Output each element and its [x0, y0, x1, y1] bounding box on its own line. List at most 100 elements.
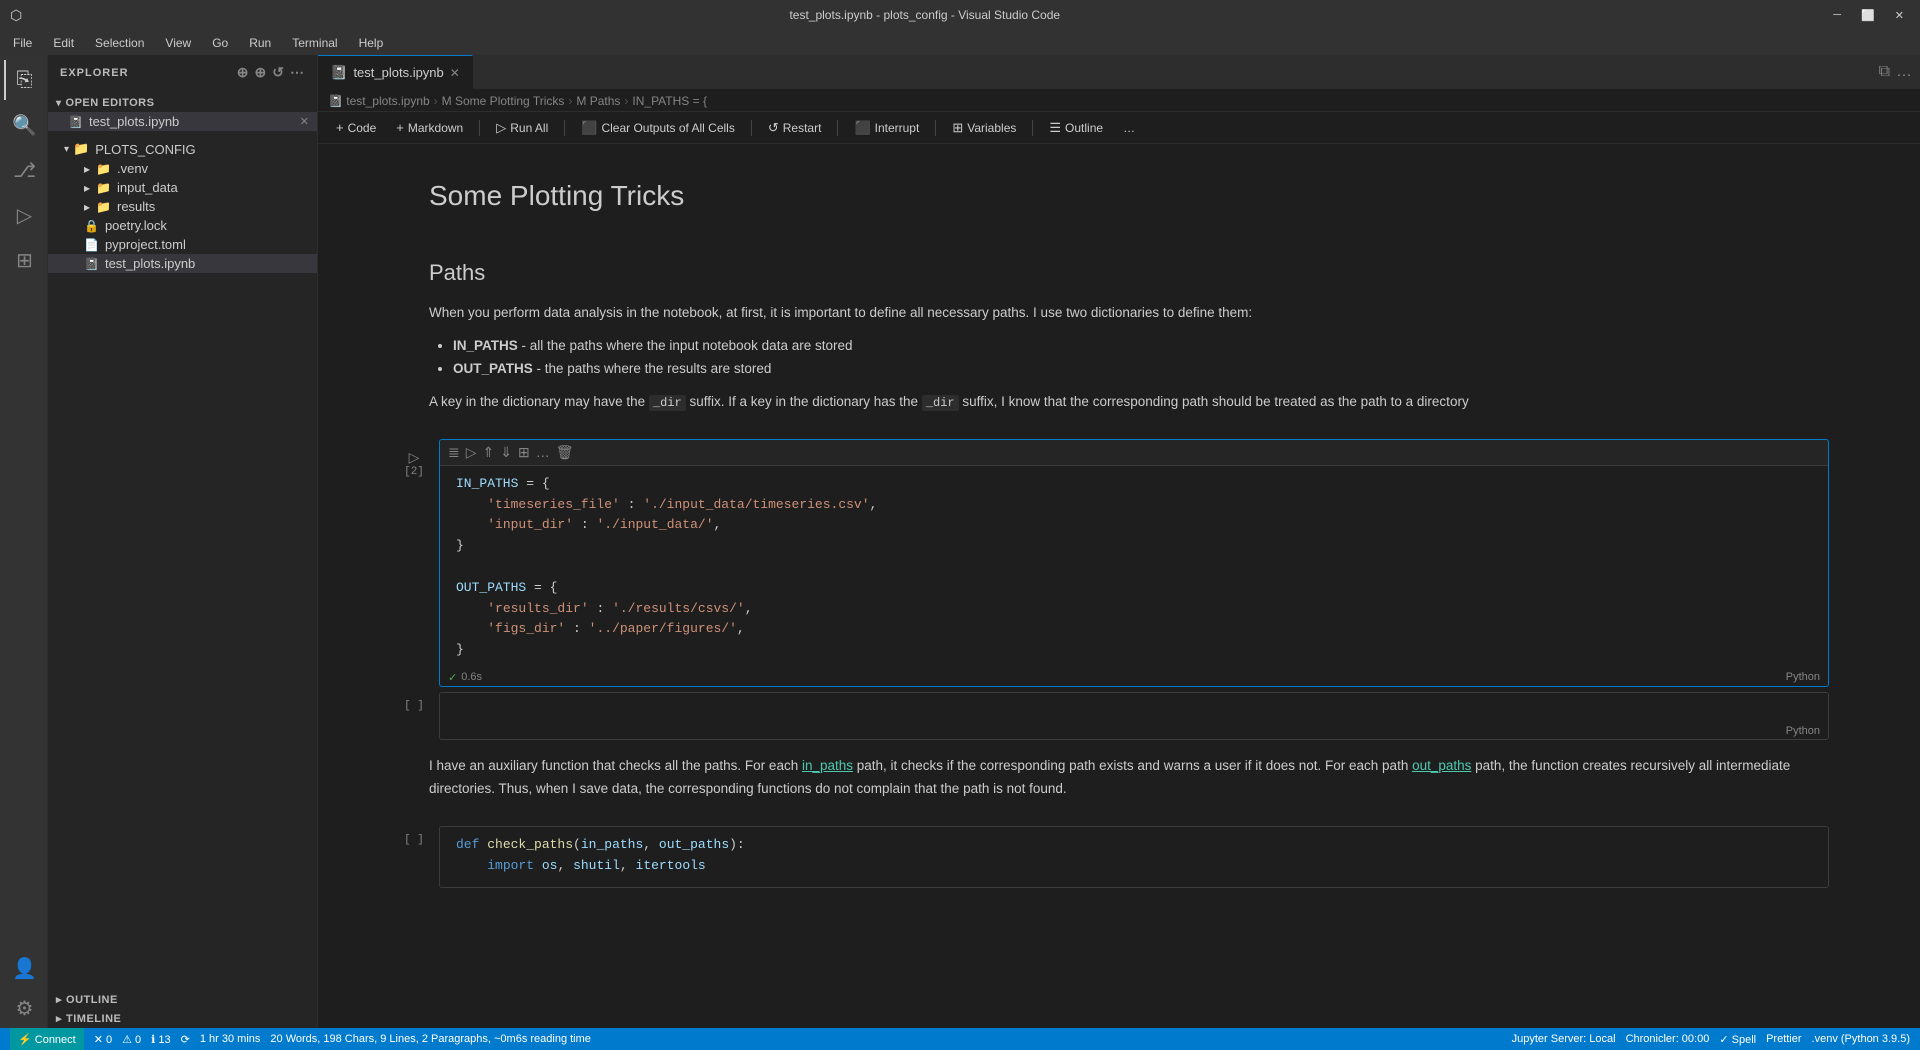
- sidebar-pyproject[interactable]: 📄 pyproject.toml: [48, 235, 317, 254]
- close-editor-icon[interactable]: ✕: [300, 115, 309, 128]
- activity-settings[interactable]: ⚙: [4, 988, 44, 1028]
- status-python-env[interactable]: .venv (Python 3.9.5): [1812, 1033, 1910, 1046]
- close-button[interactable]: ✕: [1889, 7, 1910, 24]
- outline-header[interactable]: ▸ OUTLINE: [48, 990, 317, 1009]
- toolbar-separator-4: [837, 120, 838, 136]
- code-content-empty[interactable]: [440, 693, 1828, 723]
- outline-arrow: ▸: [56, 993, 62, 1006]
- open-editors-header[interactable]: ▾ OPEN EDITORS: [48, 94, 317, 112]
- restart-label: Restart: [783, 121, 822, 135]
- clear-outputs-label: Clear Outputs of All Cells: [601, 121, 734, 135]
- menu-selection[interactable]: Selection: [87, 34, 152, 52]
- window-controls[interactable]: ─ ⬜ ✕: [1827, 7, 1910, 24]
- cell-toolbar-run-all-below-icon[interactable]: ⇓: [500, 444, 512, 461]
- status-jupyter[interactable]: Jupyter Server: Local: [1512, 1033, 1616, 1046]
- editor-area: 📓 test_plots.ipynb ✕ ⧉ … 📓 test_plots.ip…: [318, 55, 1920, 1028]
- search-icon: 🔍: [12, 113, 37, 138]
- menu-go[interactable]: Go: [204, 34, 236, 52]
- add-markdown-button[interactable]: + Markdown: [388, 117, 471, 138]
- activity-accounts[interactable]: 👤: [4, 948, 44, 988]
- interrupt-button[interactable]: ⬛ Interrupt: [846, 117, 927, 139]
- activity-extensions[interactable]: ⊞: [4, 240, 44, 280]
- tab-test-plots[interactable]: 📓 test_plots.ipynb ✕: [318, 55, 473, 89]
- activity-source-control[interactable]: ⎇: [4, 150, 44, 190]
- code-line-4: }: [456, 536, 1812, 557]
- cell-number-2: [2]: [404, 466, 424, 478]
- more-actions-icon[interactable]: …: [1896, 63, 1912, 81]
- restore-button[interactable]: ⬜: [1855, 7, 1881, 24]
- breadcrumb-section1[interactable]: M Some Plotting Tricks: [442, 94, 565, 108]
- code-content-2[interactable]: IN_PATHS = { 'timeseries_file' : './inpu…: [440, 466, 1828, 669]
- menu-file[interactable]: File: [5, 34, 40, 52]
- status-prettier[interactable]: Prettier: [1766, 1033, 1801, 1046]
- cell-run-btn-2[interactable]: ▷: [409, 449, 420, 466]
- pyproject-icon: 📄: [84, 238, 99, 252]
- split-editor-icon[interactable]: ⧉: [1879, 63, 1890, 81]
- activity-run-debug[interactable]: ▷: [4, 195, 44, 235]
- dir-code-2: _dir: [922, 395, 959, 411]
- menu-view[interactable]: View: [157, 34, 199, 52]
- out-paths-link: out_paths: [1412, 758, 1471, 773]
- run-all-button[interactable]: ▷ Run All: [488, 117, 556, 139]
- activity-search[interactable]: 🔍: [4, 105, 44, 145]
- breadcrumb-section2[interactable]: M Paths: [576, 94, 620, 108]
- code-line-2: 'timeseries_file' : './input_data/timese…: [456, 495, 1812, 516]
- outline-icon: ☰: [1049, 120, 1061, 136]
- plots-config-folder[interactable]: ▾ 📁 PLOTS_CONFIG: [48, 139, 317, 159]
- refresh-icon[interactable]: ↺: [272, 64, 285, 81]
- window-title: test_plots.ipynb - plots_config - Visual…: [22, 8, 1827, 22]
- timeline-arrow: ▸: [56, 1012, 62, 1025]
- variables-button[interactable]: ⊞ Variables: [944, 117, 1024, 139]
- activity-explorer[interactable]: ⎘: [4, 60, 44, 100]
- sidebar-test-plots[interactable]: 📓 test_plots.ipynb: [48, 254, 317, 273]
- cell-toolbar-add-icon[interactable]: ⊞: [518, 444, 530, 461]
- status-warnings[interactable]: ⚠ 0: [122, 1033, 141, 1046]
- cell-toolbar-delete-icon[interactable]: 🗑: [556, 444, 574, 461]
- status-time[interactable]: 1 hr 30 mins: [200, 1033, 261, 1045]
- collapse-all-icon[interactable]: ⋯: [290, 64, 305, 81]
- menu-edit[interactable]: Edit: [45, 34, 82, 52]
- menu-run[interactable]: Run: [241, 34, 279, 52]
- pyproject-label: pyproject.toml: [105, 237, 186, 252]
- sidebar-results[interactable]: ▸ 📁 results: [48, 197, 317, 216]
- status-info[interactable]: ℹ 13: [151, 1033, 170, 1046]
- clear-outputs-button[interactable]: ⬛ Clear Outputs of All Cells: [573, 117, 743, 139]
- cell-toolbar-run-icon[interactable]: ▷: [466, 444, 477, 461]
- status-spell[interactable]: ✓ Spell: [1719, 1033, 1756, 1046]
- breadcrumb-section3[interactable]: IN_PATHS = {: [632, 94, 707, 108]
- sidebar-input-data[interactable]: ▸ 📁 input_data: [48, 178, 317, 197]
- outline-button[interactable]: ☰ Outline: [1041, 117, 1111, 139]
- toolbar-separator-3: [751, 120, 752, 136]
- code-line-8: 'figs_dir' : '../paper/figures/',: [456, 619, 1812, 640]
- new-folder-icon[interactable]: ⊕: [255, 64, 268, 81]
- status-liveShare[interactable]: ⟳: [181, 1033, 190, 1046]
- paths-heading: Paths: [429, 255, 1829, 290]
- timeline-header[interactable]: ▸ TIMELINE: [48, 1009, 317, 1028]
- open-editor-test-plots[interactable]: 📓 test_plots.ipynb ✕: [48, 112, 317, 131]
- tab-close-button[interactable]: ✕: [450, 66, 460, 80]
- cell-toolbar-format-icon[interactable]: ≣: [448, 444, 460, 461]
- notebook-main-title: Some Plotting Tricks: [429, 174, 1829, 219]
- menu-help[interactable]: Help: [351, 34, 392, 52]
- new-file-icon[interactable]: ⊕: [237, 64, 250, 81]
- add-code-button[interactable]: + Code: [328, 117, 384, 138]
- menu-terminal[interactable]: Terminal: [284, 34, 345, 52]
- status-chronicler[interactable]: Chronicler: 00:00: [1626, 1033, 1710, 1046]
- sidebar-venv[interactable]: ▸ 📁 .venv: [48, 159, 317, 178]
- status-remote[interactable]: ⚡ Connect: [10, 1028, 84, 1050]
- cell-toolbar-run-all-above-icon[interactable]: ⇑: [483, 444, 495, 461]
- tab-bar: 📓 test_plots.ipynb ✕ ⧉ …: [318, 55, 1920, 90]
- code-content-check-paths[interactable]: def check_paths(in_paths, out_paths): im…: [440, 827, 1828, 887]
- cell-toolbar-more-icon[interactable]: …: [536, 444, 550, 460]
- title-bar: ⬡ test_plots.ipynb - plots_config - Visu…: [0, 0, 1920, 30]
- aux-function-markdown: I have an auxiliary function that checks…: [389, 745, 1849, 821]
- minimize-button[interactable]: ─: [1827, 7, 1847, 24]
- sidebar-poetry-lock[interactable]: 🔒 poetry.lock: [48, 216, 317, 235]
- window-menu-icons: ⬡: [10, 7, 22, 24]
- more-options-button[interactable]: …: [1115, 118, 1143, 138]
- status-errors[interactable]: ✕ 0: [94, 1033, 112, 1046]
- test-plots-icon: 📓: [84, 257, 99, 271]
- restart-button[interactable]: ↺ Restart: [760, 117, 830, 139]
- breadcrumb-file[interactable]: 📓 test_plots.ipynb: [328, 94, 430, 108]
- clear-icon: ⬛: [581, 120, 597, 136]
